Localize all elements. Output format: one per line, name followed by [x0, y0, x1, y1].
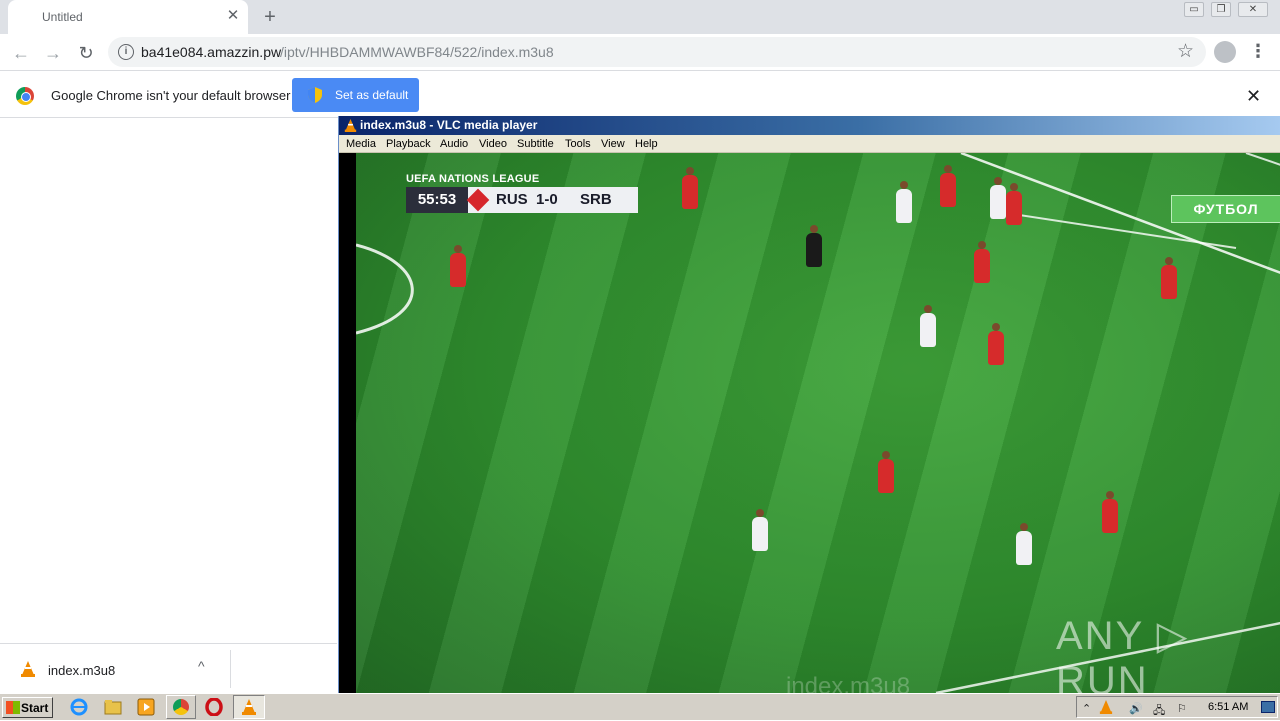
menu-help[interactable]: Help [635, 138, 658, 150]
player-red [682, 167, 698, 209]
away-team: SRB [580, 191, 612, 208]
menu-tools[interactable]: Tools [565, 138, 591, 150]
league-label: UEFA NATIONS LEAGUE [406, 173, 540, 185]
vlc-icon [242, 699, 256, 715]
player-white [1016, 523, 1032, 565]
player-red [940, 165, 956, 207]
menu-subtitle[interactable]: Subtitle [517, 138, 554, 150]
window-close-button[interactable]: ✕ [1238, 2, 1268, 17]
chrome-menu-icon[interactable]: ⋮ [1248, 41, 1268, 63]
vlc-taskbar-button[interactable] [233, 695, 265, 719]
menu-audio[interactable]: Audio [440, 138, 468, 150]
profile-avatar-icon[interactable] [1214, 41, 1236, 63]
action-center-flag-icon[interactable]: ⚐ [1177, 702, 1187, 715]
vlc-menu-bar: Media Playback Audio Video Subtitle Tool… [339, 135, 1280, 153]
download-file-name[interactable]: index.m3u8 [48, 663, 115, 678]
player-white [990, 177, 1006, 219]
menu-media[interactable]: Media [346, 138, 376, 150]
player-red [1006, 183, 1022, 225]
referee [806, 225, 822, 267]
set-as-default-label: Set as default [335, 88, 409, 102]
page-content [0, 118, 337, 644]
player-white [920, 305, 936, 347]
vlc-title-bar[interactable]: index.m3u8 - VLC media player [339, 116, 1280, 135]
player-red [1102, 491, 1118, 533]
network-icon[interactable]: 🖧 [1153, 702, 1165, 721]
default-browser-infobar: Google Chrome isn't your default browser… [0, 72, 1280, 118]
anyrun-watermark: ANY ▷ RUN [1056, 614, 1190, 693]
media-player-icon[interactable] [137, 698, 155, 716]
download-options-chevron-icon[interactable]: ^ [198, 658, 205, 674]
back-button[interactable]: ← [10, 42, 32, 64]
vlc-tray-icon[interactable] [1099, 700, 1113, 714]
bookmark-star-icon[interactable]: ☆ [1177, 40, 1194, 63]
url-domain: ba41e084.amazzin.pw [141, 44, 282, 60]
show-desktop-icon[interactable] [1261, 701, 1275, 713]
home-team: RUS [496, 191, 528, 208]
tab-close-icon[interactable]: ✕ [224, 7, 242, 25]
internet-explorer-icon[interactable] [70, 698, 88, 716]
infobar-message: Google Chrome isn't your default browser [51, 88, 291, 103]
windows-taskbar: Start ⌃ 🔊 🖧 ⚐ 6:51 AM [0, 693, 1280, 720]
folder-icon[interactable] [104, 698, 122, 716]
infobar-close-icon[interactable]: ✕ [1246, 86, 1261, 107]
opera-icon[interactable] [205, 698, 223, 716]
vlc-window-title: index.m3u8 - VLC media player [360, 118, 538, 132]
restore-button[interactable]: ❐ [1211, 2, 1231, 17]
reload-button[interactable]: ↻ [75, 42, 97, 64]
player-red [450, 245, 466, 287]
tray-clock[interactable]: 6:51 AM [1208, 701, 1248, 713]
menu-video[interactable]: Video [479, 138, 507, 150]
vlc-window: index.m3u8 - VLC media player Media Play… [338, 116, 1280, 693]
windows-logo-icon [6, 701, 20, 714]
vlc-file-icon [21, 661, 35, 677]
match-clock: 55:53 [406, 187, 468, 213]
downloads-bar: index.m3u8 ^ [0, 643, 337, 693]
player-red [878, 451, 894, 493]
score: 1-0 [536, 191, 558, 208]
tab-title: Untitled [42, 10, 83, 24]
downloads-divider [230, 650, 231, 688]
player-white [752, 509, 768, 551]
shield-icon [308, 87, 322, 103]
scoreboard: RUS 1-0 SRB [466, 187, 638, 213]
minimize-button[interactable]: ▭ [1184, 2, 1204, 17]
player-white [896, 181, 912, 223]
start-button[interactable]: Start [2, 697, 53, 718]
tray-expand-icon[interactable]: ⌃ [1082, 702, 1091, 715]
player-red [974, 241, 990, 283]
forward-button[interactable]: → [42, 42, 64, 64]
chrome-taskbar-button[interactable] [166, 695, 196, 719]
player-red [1161, 257, 1177, 299]
player-red [988, 323, 1004, 365]
menu-view[interactable]: View [601, 138, 625, 150]
site-info-icon[interactable]: i [118, 44, 134, 60]
channel-logo: ФУТБОЛ [1171, 195, 1280, 223]
video-frame[interactable]: UEFA NATIONS LEAGUE 55:53 RUS 1-0 SRB ФУ… [356, 153, 1280, 693]
russia-flag-icon [466, 188, 490, 212]
chrome-icon [173, 699, 189, 715]
new-tab-button[interactable]: + [258, 5, 282, 29]
vlc-cone-icon [344, 119, 357, 132]
volume-icon[interactable]: 🔊 [1129, 702, 1143, 715]
tab-strip: Untitled ✕ + ▭ ❐ ✕ [0, 0, 1280, 34]
browser-tab[interactable]: Untitled ✕ [8, 0, 248, 34]
menu-playback[interactable]: Playback [386, 138, 431, 150]
chrome-logo-icon [16, 87, 34, 105]
browser-toolbar: ← → ↻ i ba41e084.amazzin.pw /iptv/HHBDAM… [0, 34, 1280, 71]
start-label: Start [21, 701, 49, 715]
system-tray: ⌃ 🔊 🖧 ⚐ 6:51 AM [1076, 696, 1278, 718]
set-as-default-button[interactable]: Set as default [292, 78, 419, 112]
url-path: /iptv/HHBDAMMWAWBF84/522/index.m3u8 [280, 44, 554, 60]
address-bar[interactable]: i ba41e084.amazzin.pw /iptv/HHBDAMMWAWBF… [108, 37, 1206, 67]
overlay-file-name: index.m3u8 [786, 673, 911, 693]
